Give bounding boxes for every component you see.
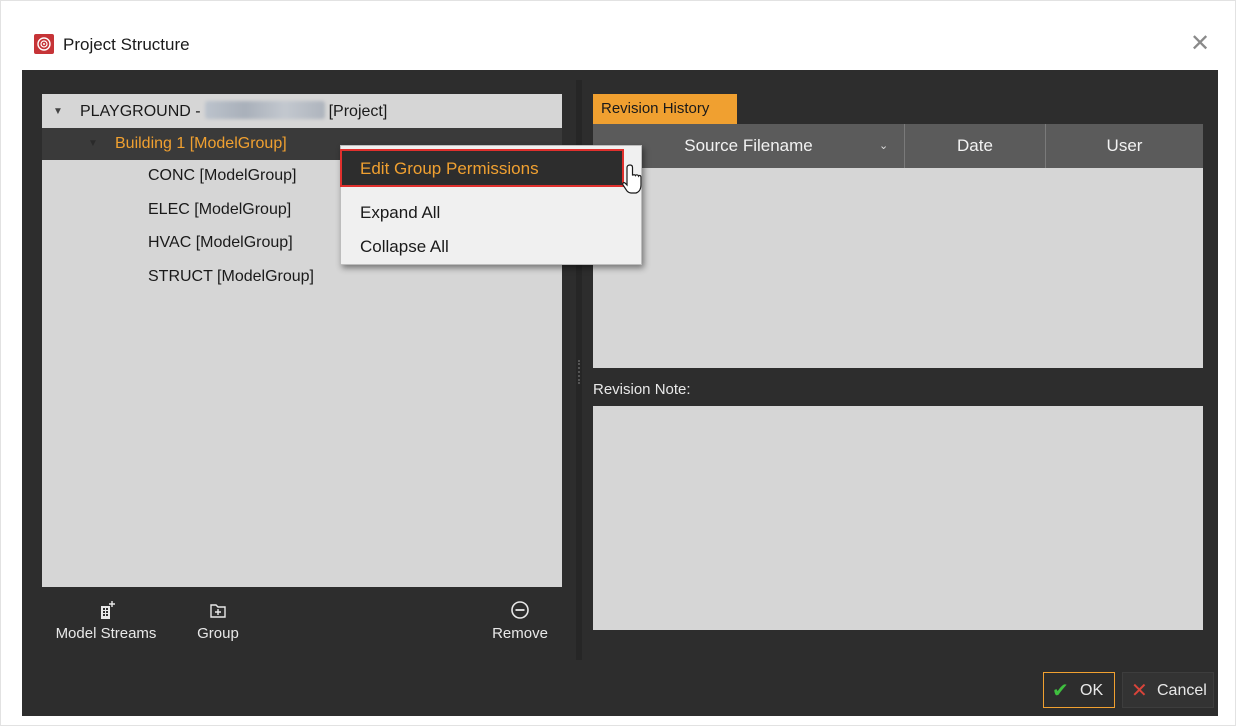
tree-item-struct[interactable]: STRUCT [ModelGroup] — [42, 261, 562, 293]
group-button[interactable]: Group — [188, 599, 248, 642]
remove-circle-icon — [511, 601, 529, 619]
close-icon[interactable]: ✕ — [1186, 30, 1214, 58]
project-structure-window: Project Structure ✕ ▼ PLAYGROUND - [Proje… — [0, 0, 1236, 726]
hand-pointer-cursor-icon — [622, 164, 642, 194]
column-header-user[interactable]: User — [1046, 124, 1203, 168]
tree-item-label: STRUCT [ModelGroup] — [148, 268, 314, 285]
model-streams-button[interactable]: Model Streams — [46, 599, 166, 642]
tab-revision-history[interactable]: Revision History — [593, 94, 737, 124]
window-title: Project Structure — [63, 35, 190, 54]
app-logo-icon — [34, 34, 54, 54]
model-streams-label: Model Streams — [55, 625, 157, 642]
remove-button[interactable]: Remove — [482, 599, 558, 642]
splitter-grip-icon[interactable] — [578, 360, 582, 384]
menu-item-collapse-all[interactable]: Collapse All — [341, 230, 641, 264]
chevron-down-icon[interactable]: ⌄ — [879, 124, 888, 168]
add-folder-icon — [210, 604, 226, 618]
tree-item-label: Building 1 [ModelGroup] — [115, 135, 287, 152]
menu-item-edit-group-permissions[interactable]: Edit Group Permissions — [340, 149, 624, 187]
column-header-date[interactable]: Date — [905, 124, 1046, 168]
tree-item-project[interactable]: ▼ PLAYGROUND - [Project] — [42, 96, 562, 128]
title-bar: Project Structure ✕ — [0, 0, 1236, 70]
project-type-suffix: [Project] — [328, 103, 388, 120]
collapse-triangle-icon[interactable]: ▼ — [53, 96, 63, 128]
group-label: Group — [197, 625, 239, 642]
close-icon: ✕ — [1131, 678, 1148, 702]
menu-item-expand-all[interactable]: Expand All — [341, 196, 641, 230]
ok-label: OK — [1080, 682, 1104, 699]
remove-label: Remove — [492, 625, 548, 642]
context-menu: Edit Group Permissions Expand All Collap… — [340, 145, 642, 265]
tree-toolbar: Model Streams Group Remove — [42, 587, 562, 657]
redacted-project-name — [204, 101, 325, 119]
revision-note-label: Revision Note: — [593, 381, 691, 398]
tree-item-label: HVAC [ModelGroup] — [148, 234, 293, 251]
tree-item-label: CONC [ModelGroup] — [148, 167, 297, 184]
column-label: Source Filename — [684, 136, 813, 155]
cancel-button[interactable]: ✕ Cancel — [1122, 672, 1214, 708]
table-header: Source Filename ⌄ Date User — [593, 124, 1203, 168]
ok-button[interactable]: ✔ OK — [1043, 672, 1115, 708]
collapse-triangle-icon[interactable]: ▼ — [88, 128, 98, 160]
revision-history-table[interactable]: Source Filename ⌄ Date User — [593, 124, 1203, 368]
cancel-label: Cancel — [1157, 682, 1207, 699]
project-name-prefix: PLAYGROUND - — [80, 103, 201, 120]
checkmark-icon: ✔ — [1052, 678, 1069, 702]
tree-item-label: ELEC [ModelGroup] — [148, 201, 292, 218]
revision-note-textarea[interactable] — [593, 406, 1203, 630]
add-building-icon — [101, 601, 115, 619]
